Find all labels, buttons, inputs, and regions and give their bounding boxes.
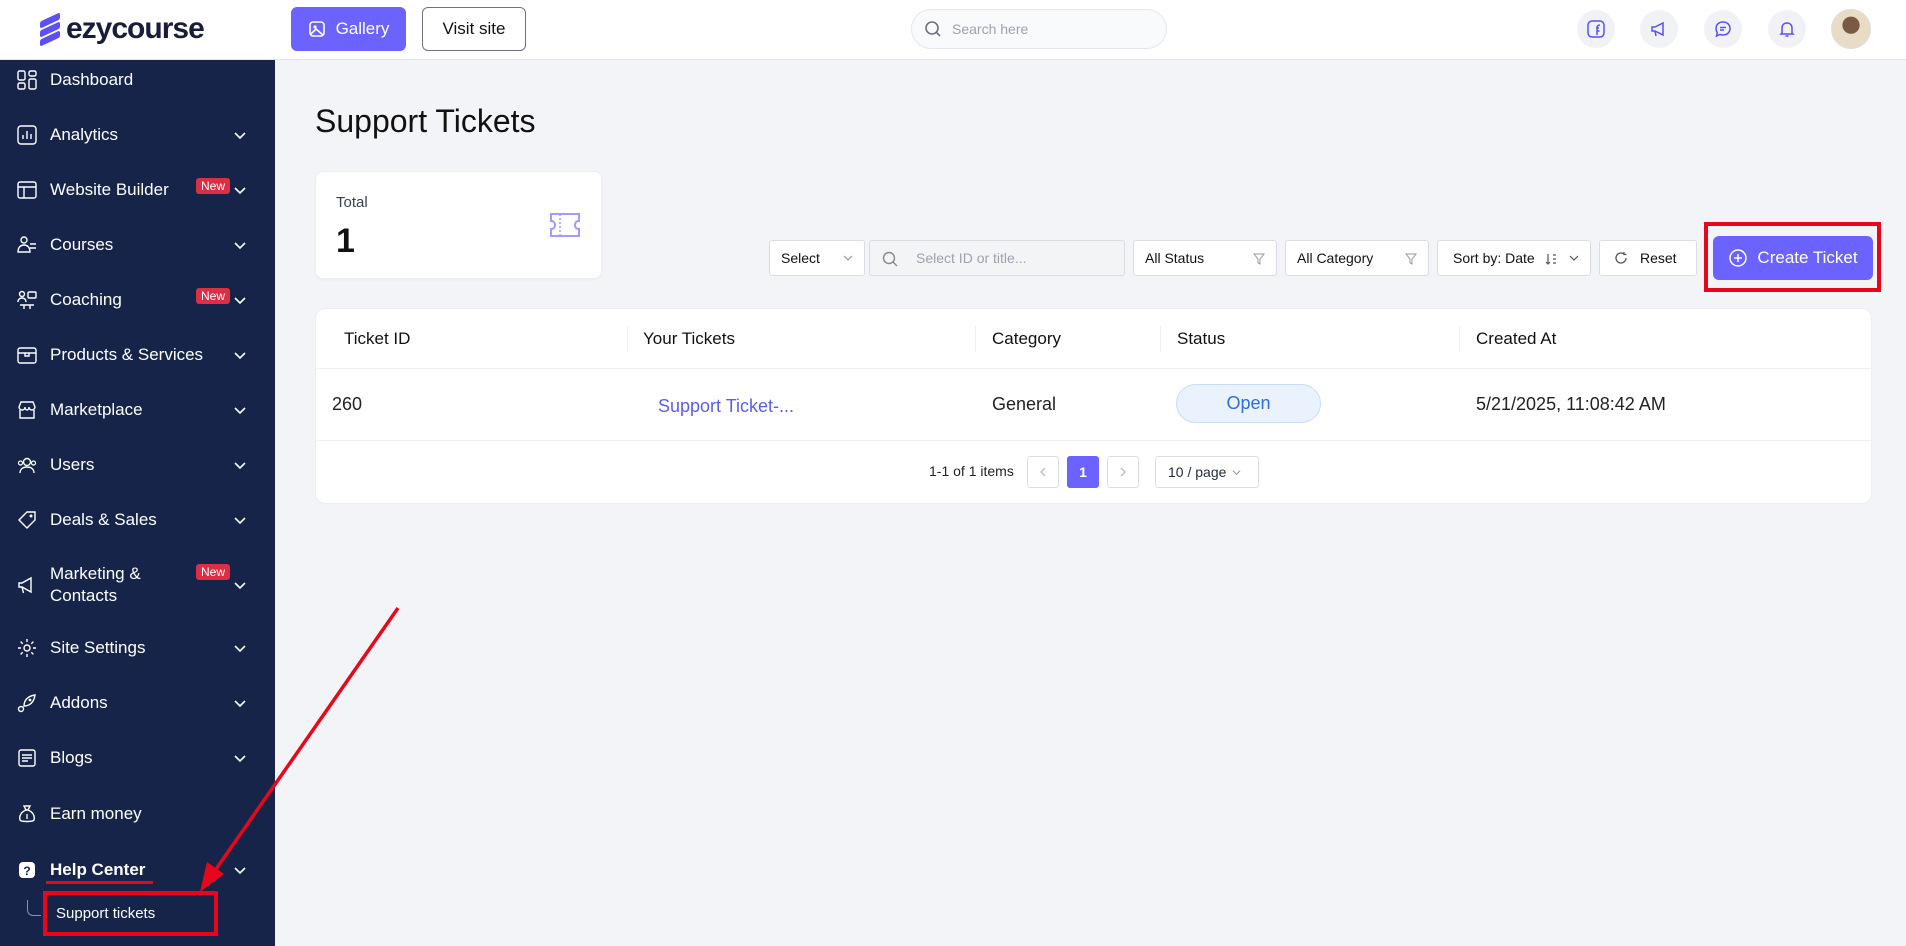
annotation-arrow (200, 606, 400, 892)
